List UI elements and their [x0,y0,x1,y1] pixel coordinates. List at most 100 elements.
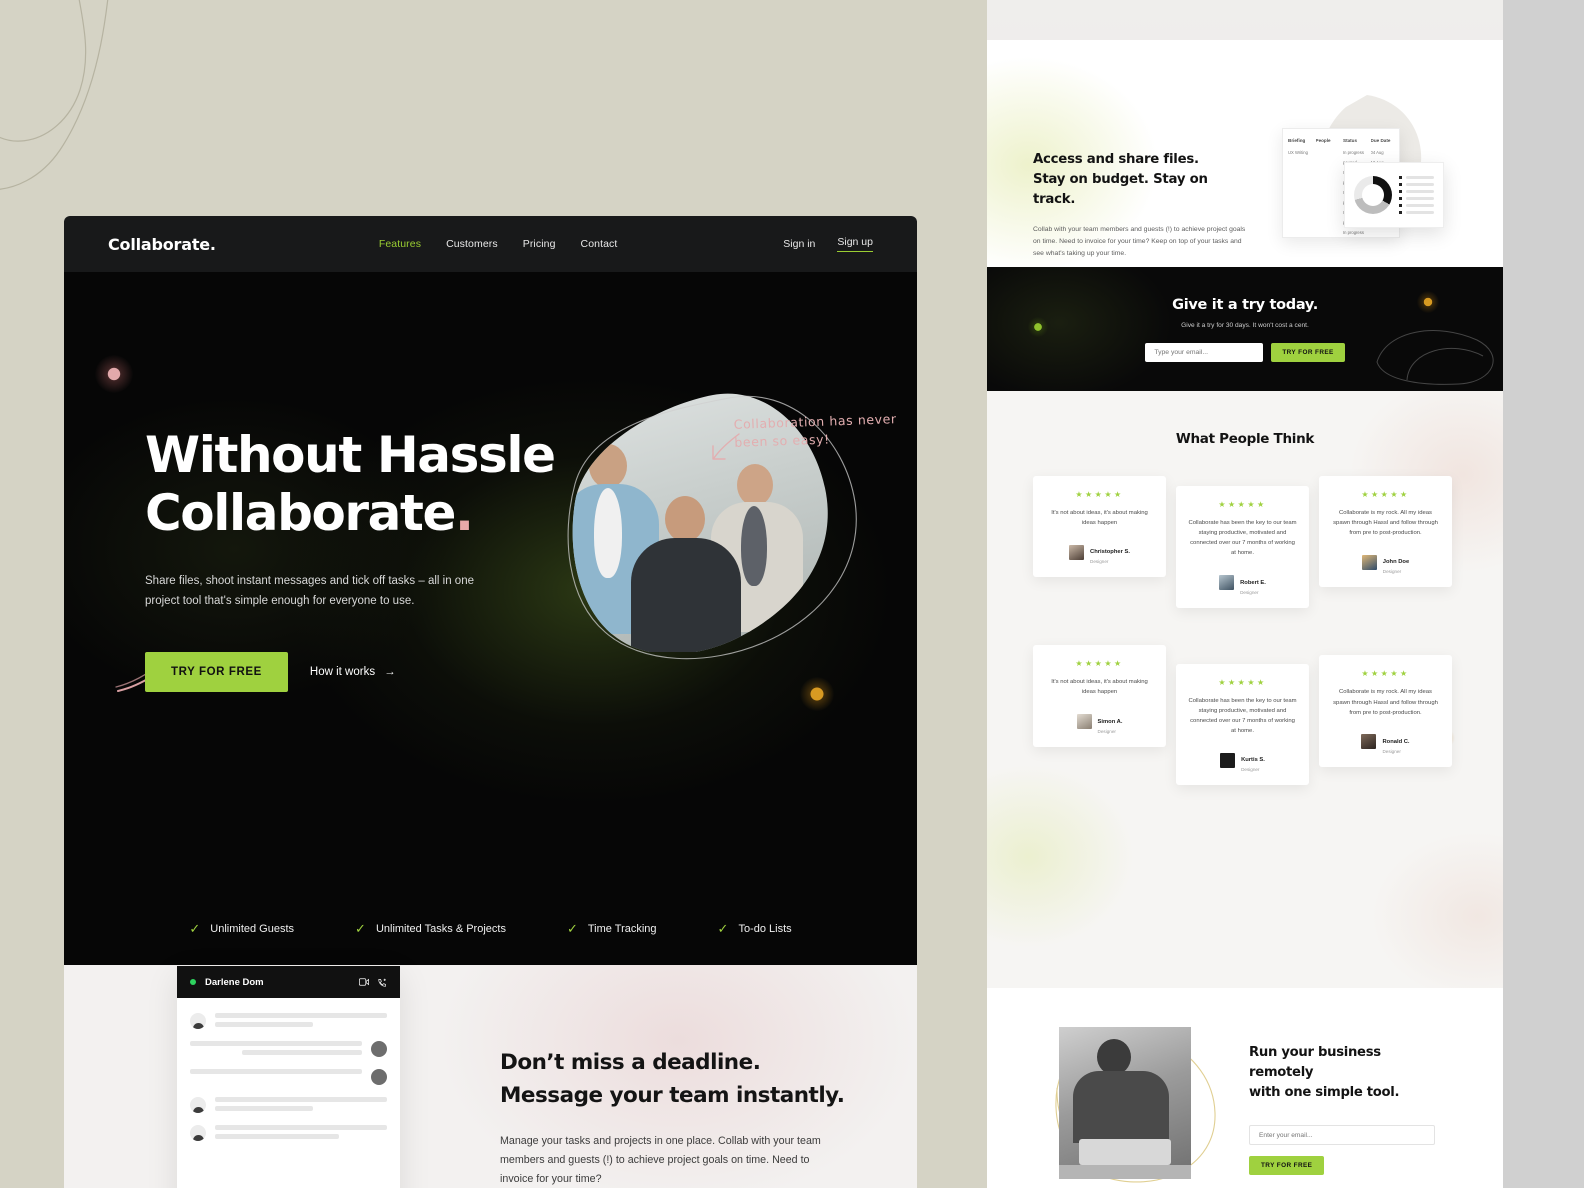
hero-feature-label: Unlimited Guests [210,922,295,935]
cta-signup-form: TRY FOR FREE [987,343,1503,362]
brand-logo[interactable]: Collaborate. [108,235,216,254]
files-heading: Access and share files. Stay on budget. … [1033,150,1251,211]
chat-header-actions [359,977,387,987]
star-rating-icon: ★★★★★ [1218,500,1267,509]
testimonial-text: Collaborate has been the key to our team… [1188,697,1297,735]
remote-heading: Run your business remotely with one simp… [1249,1043,1449,1102]
decorative-amber-dot [800,677,834,711]
testimonial-column: ★★★★★ It's not about ideas, it's about m… [1033,476,1166,785]
star-rating-icon: ★★★★★ [1075,490,1124,499]
hero-title-line1: Without Hassle [145,426,556,484]
message-placeholder-bars [215,1097,387,1111]
message-placeholder-bars [190,1041,362,1055]
check-icon: ✓ [566,921,578,936]
nav-auth-actions: Sign in Sign up [783,236,873,252]
avatar [1220,752,1236,768]
testimonial-author: Robert E. Designer [1188,571,1297,595]
deadline-heading-line2: Message your team instantly. [500,1082,845,1108]
testimonial-text: It's not about ideas, it's about making … [1051,510,1148,527]
message-placeholder-bars [190,1069,362,1074]
deadline-body: Manage your tasks and projects in one pl… [500,1135,821,1185]
chat-message-list [177,998,400,1188]
legend-row [1399,197,1434,200]
try-today-cta-section: Give it a try today. Give it a try for 3… [987,267,1503,391]
testimonial-author-role: Designer [1240,589,1259,595]
cta-heading: Give it a try today. [1172,297,1318,313]
files-table-header: People [1315,137,1331,143]
how-it-works-link[interactable]: How it works → [310,666,396,678]
remote-try-for-free-button[interactable]: TRY FOR FREE [1249,1156,1325,1176]
legend-row [1399,183,1434,186]
chat-message [190,1097,387,1113]
legend-row [1399,176,1434,179]
deadline-heading-line1: Don’t miss a deadline. [500,1050,761,1075]
decorative-pink-dot [95,355,133,393]
testimonial-author: Christopher S. Designer [1045,540,1154,564]
files-heading-line2: Stay on budget. Stay on track. [1033,172,1208,208]
cta-try-for-free-button[interactable]: TRY FOR FREE [1271,343,1345,362]
avatar [1076,714,1092,730]
video-camera-icon[interactable] [359,977,369,986]
hero-title-accent-dot: . [455,484,474,542]
testimonial-author-role: Designer [1382,569,1402,575]
page-right-gutter [1503,0,1584,1188]
testimonial-column: ★★★★★ Collaborate is my rock. All my ide… [1319,476,1452,785]
testimonial-author-role: Designer [1241,767,1260,773]
message-placeholder-bars [215,1013,387,1027]
cta-content: Give it a try today. Give it a try for 3… [987,297,1503,362]
testimonials-grid: ★★★★★ It's not about ideas, it's about m… [1033,476,1503,786]
avatar [190,1013,206,1029]
testimonial-author-name: John Doe [1382,559,1410,566]
testimonial-author-name: Kurtis S. [1241,757,1265,764]
testimonial-author-name: Robert E. [1240,579,1266,586]
hero-actions: TRY FOR FREE How it works → [145,651,575,692]
nav-item-customers[interactable]: Customers [446,238,498,250]
legend-row [1399,211,1434,214]
testimonial-card: ★★★★★ Collaborate has been the key to ou… [1176,663,1309,786]
deadline-section: Darlene Dom Don’t miss a deadline. Messa… [64,965,917,1188]
landing-page-left-panel: Collaborate. Features Customers Pricing … [64,216,917,1188]
nav-item-features[interactable]: Features [379,238,421,250]
testimonial-author-role: Designer [1382,748,1401,754]
background-squiggle-top [1097,0,1297,12]
remote-heading-line1: Run your business remotely [1249,1045,1381,1080]
testimonial-author: Kurtis S. Designer [1188,748,1297,772]
hero-feature-label: Unlimited Tasks & Projects [375,922,506,935]
testimonials-section: What People Think ★★★★★ It's not about i… [987,391,1503,988]
testimonial-card: ★★★★★ It's not about ideas, it's about m… [1033,645,1166,747]
sign-up-link[interactable]: Sign up [837,236,873,252]
testimonials-heading: What People Think [1175,431,1315,447]
cta-subtext: Give it a try for 30 days. It won't cost… [1181,322,1309,329]
phone-add-icon[interactable] [378,978,387,987]
testimonial-author-role: Designer [1090,559,1109,565]
testimonial-text: Collaborate is my rock. All my ideas spa… [1333,510,1438,537]
right-panel-top-strip [987,0,1503,40]
remote-copy: Run your business remotely with one simp… [1249,1043,1449,1176]
landing-page-right-panel: Access and share files. Stay on budget. … [987,0,1503,1188]
testimonial-text: Collaborate has been the key to our team… [1188,520,1297,557]
testimonial-column: ★★★★★ Collaborate has been the key to ou… [1176,476,1309,786]
hero-copy: Without Hassle Collaborate. Share files,… [145,426,575,692]
cta-email-input[interactable] [1145,343,1264,362]
avatar [1069,544,1085,560]
nav-links: Features Customers Pricing Contact [379,238,618,250]
avatar [1219,575,1235,591]
testimonial-author: John Doe Designer [1331,550,1440,574]
remote-email-input[interactable] [1249,1125,1435,1146]
how-it-works-label: How it works [309,665,376,678]
donut-chart-legend [1399,176,1434,214]
nav-item-pricing[interactable]: Pricing [523,238,556,250]
chat-header: Darlene Dom [177,966,400,998]
hero-feature-list: ✓ Unlimited Guests ✓ Unlimited Tasks & P… [64,922,917,935]
legend-row [1399,204,1434,207]
sign-in-link[interactable]: Sign in [783,238,815,250]
star-rating-icon: ★★★★★ [1075,659,1124,669]
nav-item-contact[interactable]: Contact [581,238,618,250]
files-copy: Access and share files. Stay on budget. … [1033,150,1251,261]
chat-contact-name: Darlene Dom [205,976,264,988]
avatar [1361,554,1377,570]
hero-try-for-free-button[interactable]: TRY FOR FREE [145,651,288,692]
arrow-right-icon: → [384,665,396,678]
avatar [190,1097,206,1113]
files-illustration: Briefing People Status Due Date UX Writi… [1272,95,1472,255]
